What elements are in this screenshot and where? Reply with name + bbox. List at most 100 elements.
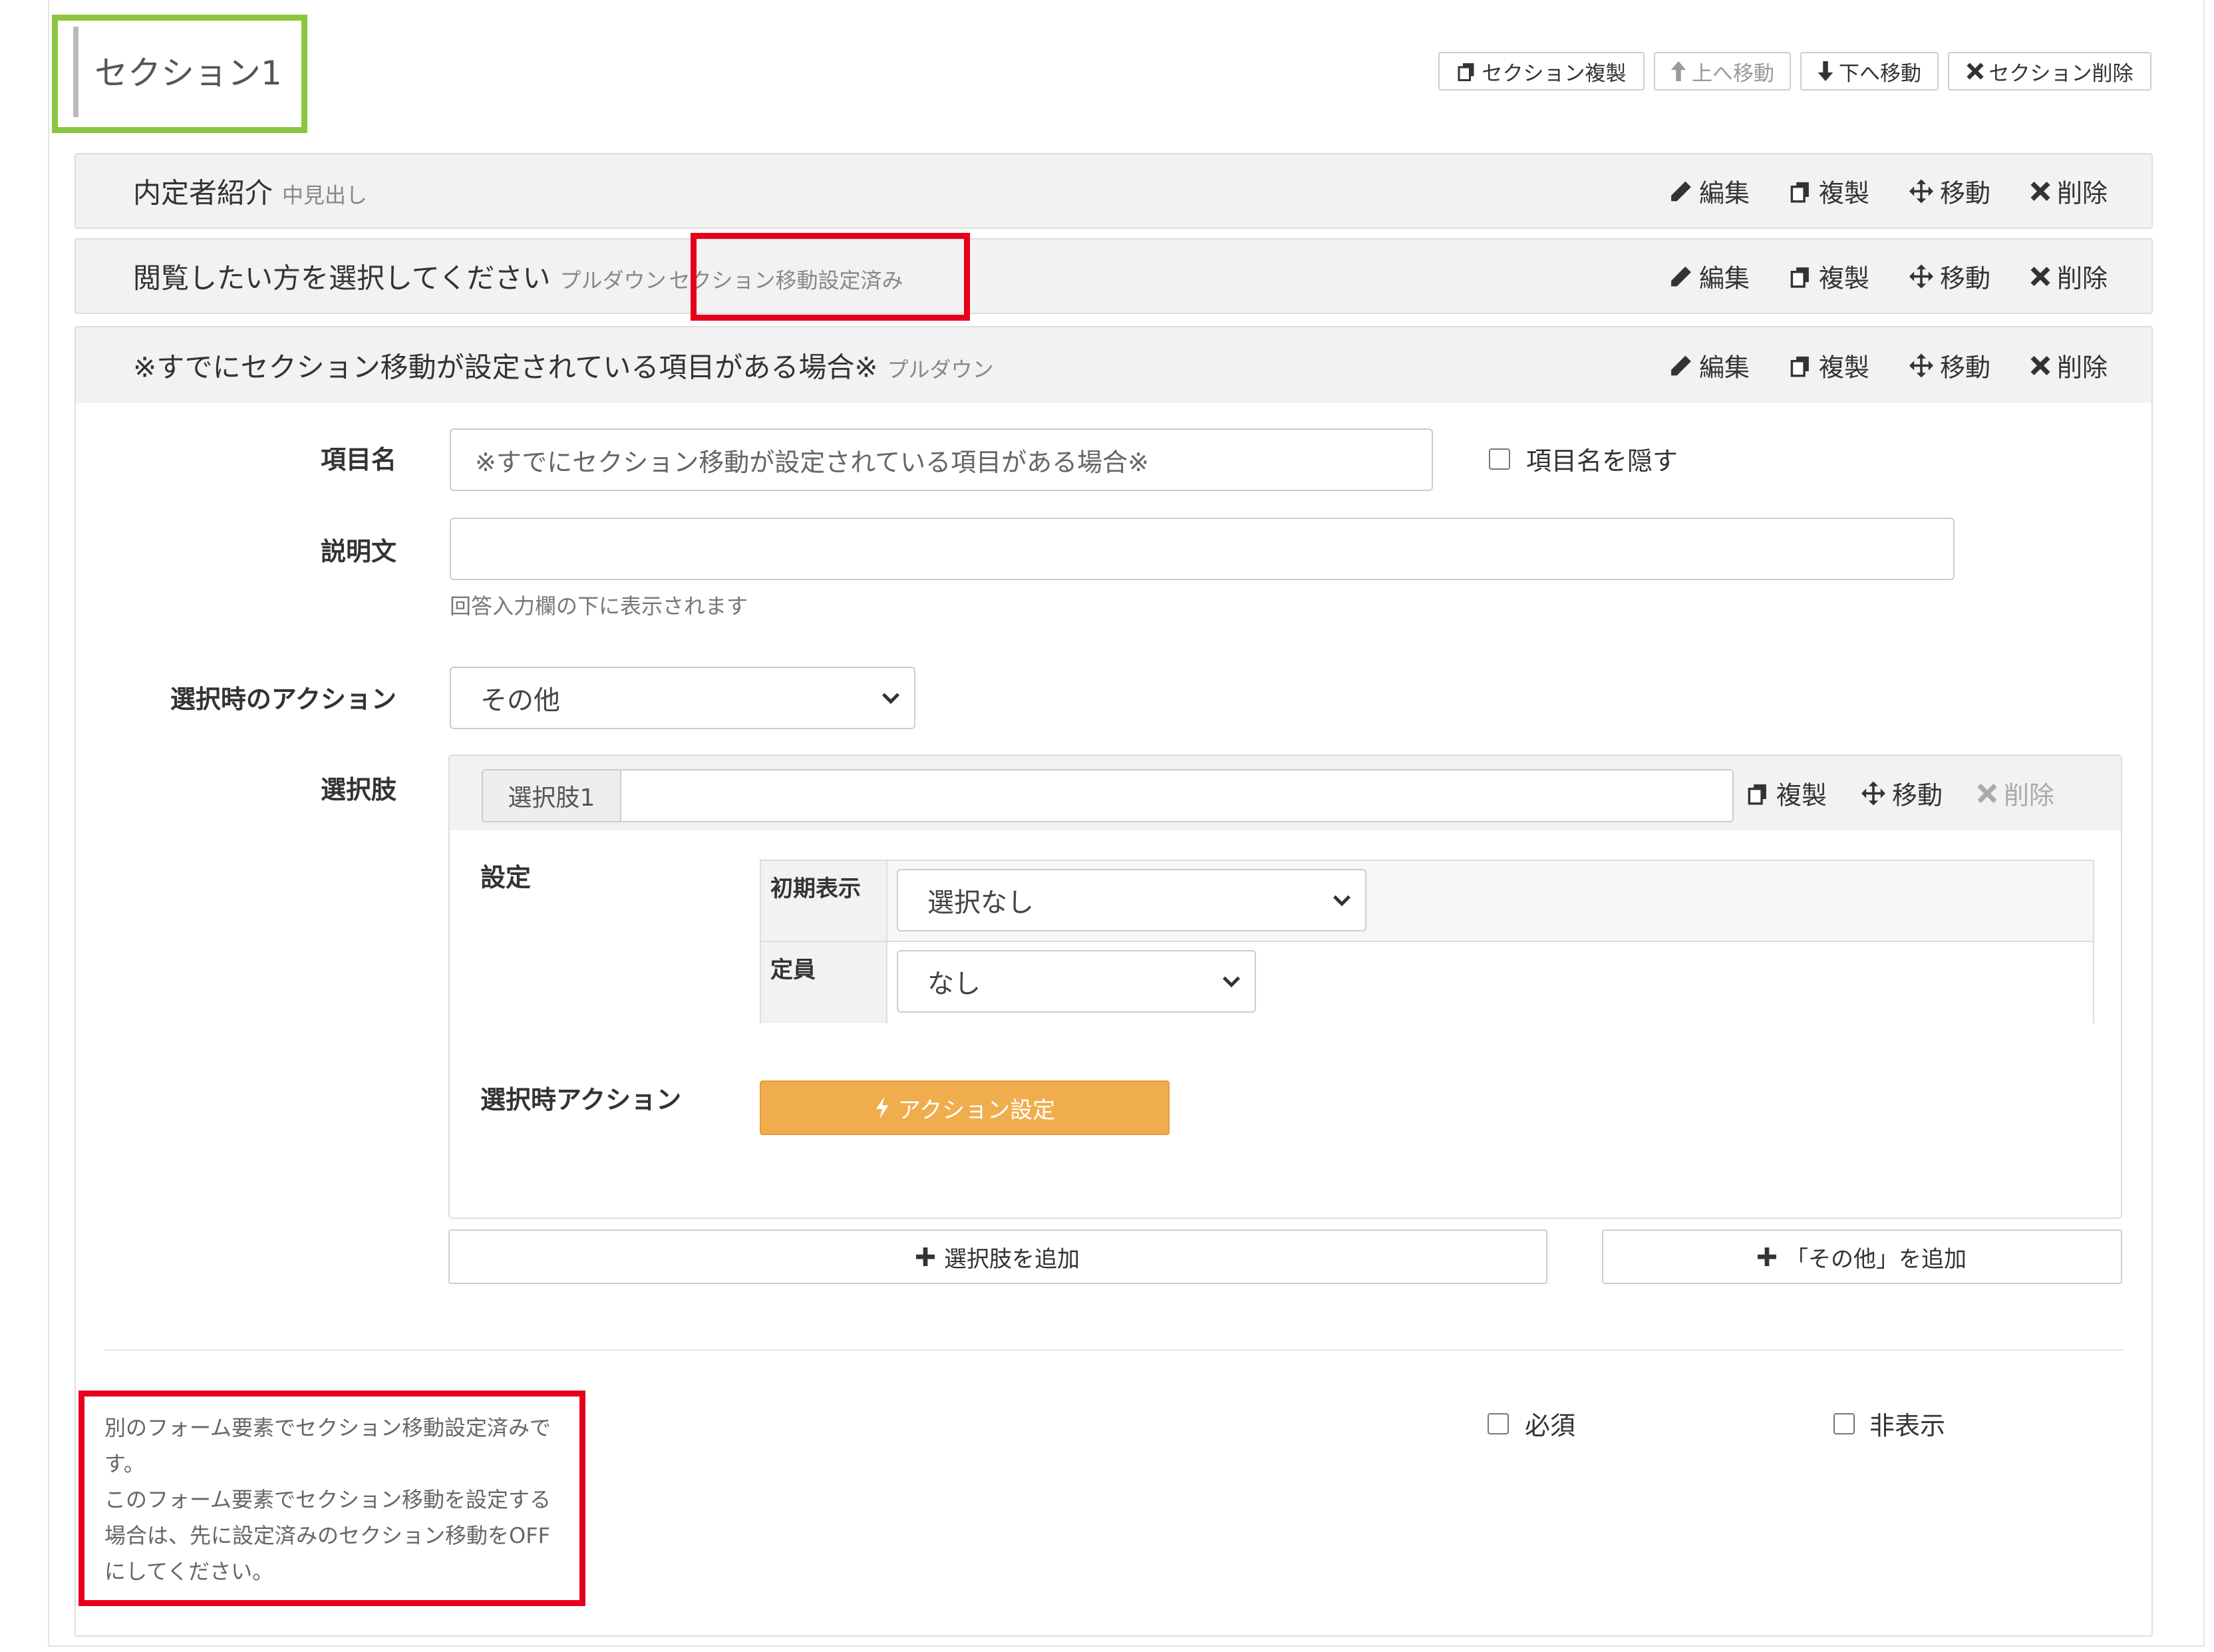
section-move-notice: 別のフォーム要素でセクション移動設定済みで す。 このフォーム要素でセクション移… [79, 1391, 585, 1606]
capacity-row: 定員 なし [761, 942, 2093, 1023]
item-actions: 編集 複製 移動 削除 [1670, 173, 2108, 210]
chevron-down-icon [1223, 976, 1240, 988]
choice-actions: 複製 移動 削除 [1747, 775, 2054, 812]
section-duplicate-label: セクション複製 [1482, 61, 1627, 86]
select-action-value: その他 [480, 685, 560, 716]
section-title-accent-bar [73, 27, 79, 117]
edit-button[interactable]: 編集 [1670, 258, 1750, 295]
choice-move-button[interactable]: 移動 [1861, 775, 1943, 812]
description-input[interactable] [450, 518, 1955, 580]
section-delete-button[interactable]: セクション削除 [1948, 52, 2151, 90]
action-settings-label: アクション設定 [897, 1096, 1056, 1124]
duplicate-label: 複製 [1818, 353, 1869, 383]
notice-line: にしてください。 [104, 1559, 274, 1584]
duplicate-button[interactable]: 複製 [1790, 173, 1869, 210]
item-title-text: 内定者紹介 [133, 176, 273, 210]
item-type: 中見出し [282, 182, 368, 208]
move-button[interactable]: 移動 [1909, 347, 1990, 384]
close-icon [1966, 63, 1984, 80]
initial-display-cell: 選択なし [887, 861, 2093, 941]
item-name-input[interactable]: ※すでにセクション移動が設定されている項目がある場合※ [450, 428, 1433, 491]
choice-duplicate-button[interactable]: 複製 [1747, 775, 1827, 812]
on-select-action-label: 選択時アクション [480, 1085, 682, 1114]
move-label: 移動 [1939, 353, 1990, 383]
plus-icon [1758, 1247, 1776, 1266]
hide-name-label: 項目名を隠す [1526, 446, 1678, 476]
copy-icon [1790, 267, 1809, 287]
item-title: 内定者紹介 中見出し [133, 171, 367, 212]
notice-line: 場合は、先に設定済みのセクション移動をOFF [104, 1523, 551, 1548]
section-move-up-button[interactable]: 上へ移動 [1654, 52, 1791, 90]
section-move-down-button[interactable]: 下へ移動 [1800, 52, 1939, 90]
move-button[interactable]: 移動 [1909, 173, 1990, 210]
item-row[interactable]: 内定者紹介 中見出し 編集 複製 移動 削除 [75, 153, 2153, 229]
delete-label: 削除 [2056, 263, 2108, 293]
item-title: ※すでにセクション移動が設定されている項目がある場合※ プルダウン [133, 345, 994, 386]
hide-name-checkbox[interactable] [1489, 448, 1510, 470]
action-settings-button[interactable]: アクション設定 [760, 1080, 1170, 1135]
capacity-label: 定員 [761, 942, 887, 1023]
item-row[interactable]: 閲覧したい方を選択してください プルダウン セクション移動設定済み 編集 複製 移動… [75, 238, 2153, 314]
hidden-checkbox[interactable] [1833, 1413, 1855, 1434]
move-button[interactable]: 移動 [1909, 258, 1990, 295]
arrow-up-icon [1670, 61, 1686, 81]
move-arrows-icon [1861, 781, 1886, 805]
delete-label: 削除 [2056, 178, 2108, 208]
choice-delete-label: 削除 [2004, 780, 2055, 810]
delete-label: 削除 [2056, 353, 2108, 383]
edit-label: 編集 [1698, 178, 1750, 208]
hidden-label: 非表示 [1869, 1411, 1946, 1440]
item-actions: 編集 複製 移動 削除 [1670, 258, 2108, 295]
duplicate-button[interactable]: 複製 [1790, 258, 1869, 295]
choice-move-label: 移動 [1892, 780, 1943, 810]
duplicate-button[interactable]: 複製 [1790, 347, 1869, 384]
move-arrows-icon [1909, 264, 1933, 288]
plus-icon [916, 1247, 935, 1266]
item-title-text: 閲覧したい方を選択してください [133, 261, 551, 295]
capacity-dropdown[interactable]: なし [897, 950, 1256, 1013]
pencil-icon [1671, 181, 1691, 201]
delete-button[interactable]: 削除 [2030, 173, 2108, 210]
delete-button[interactable]: 削除 [2030, 347, 2108, 384]
section-duplicate-button[interactable]: セクション複製 [1438, 52, 1645, 90]
duplicate-label: 複製 [1818, 178, 1869, 208]
item-type: プルダウン [887, 357, 994, 383]
move-arrows-icon [1909, 179, 1933, 203]
section-move-down-label: 下へ移動 [1839, 61, 1921, 86]
delete-button[interactable]: 削除 [2030, 258, 2108, 295]
move-label: 移動 [1939, 178, 1990, 208]
edit-button[interactable]: 編集 [1670, 173, 1750, 210]
notice-line: す。 [104, 1451, 145, 1476]
chevron-down-icon [1333, 895, 1350, 907]
pencil-icon [1671, 355, 1691, 375]
close-icon [2030, 266, 2050, 286]
select-action-label: 選択時のアクション [170, 685, 396, 714]
choice-settings-table: 初期表示 選択なし 定員 なし [760, 860, 2094, 1023]
add-other-button[interactable]: 「その他」を追加 [1602, 1230, 2122, 1284]
initial-display-dropdown[interactable]: 選択なし [897, 869, 1366, 931]
badge-highlight-box [691, 233, 970, 321]
expanded-item-header[interactable]: ※すでにセクション移動が設定されている項目がある場合※ プルダウン 編集 複製 移… [76, 327, 2151, 403]
choice-input[interactable] [621, 770, 1732, 821]
capacity-value: なし [927, 969, 981, 999]
edit-label: 編集 [1698, 353, 1750, 383]
select-action-dropdown[interactable]: その他 [450, 667, 915, 729]
move-arrows-icon [1909, 353, 1933, 377]
choice-panel: 選択肢1 複製 移動 削除 設定 初期表示 選択なし 定員 なし 選択時アクショ… [448, 754, 2122, 1219]
add-choice-button[interactable]: 選択肢を追加 [448, 1230, 1547, 1284]
copy-icon [1748, 784, 1766, 804]
add-other-label: 「その他」を追加 [1786, 1245, 1967, 1273]
chevron-down-icon [882, 693, 899, 705]
required-checkbox[interactable] [1488, 1413, 1509, 1434]
copy-icon [1790, 182, 1809, 202]
capacity-cell: なし [887, 942, 2093, 1023]
move-label: 移動 [1939, 263, 1990, 293]
edit-button[interactable]: 編集 [1670, 347, 1750, 384]
close-icon [1977, 783, 1997, 803]
copy-icon [1790, 356, 1809, 377]
choice-number-addon: 選択肢1 [483, 770, 621, 821]
item-title-text: ※すでにセクション移動が設定されている項目がある場合※ [133, 351, 878, 384]
close-icon [2030, 355, 2050, 375]
choice-delete-button[interactable]: 削除 [1977, 775, 2054, 812]
choice-settings-label: 設定 [480, 863, 532, 892]
